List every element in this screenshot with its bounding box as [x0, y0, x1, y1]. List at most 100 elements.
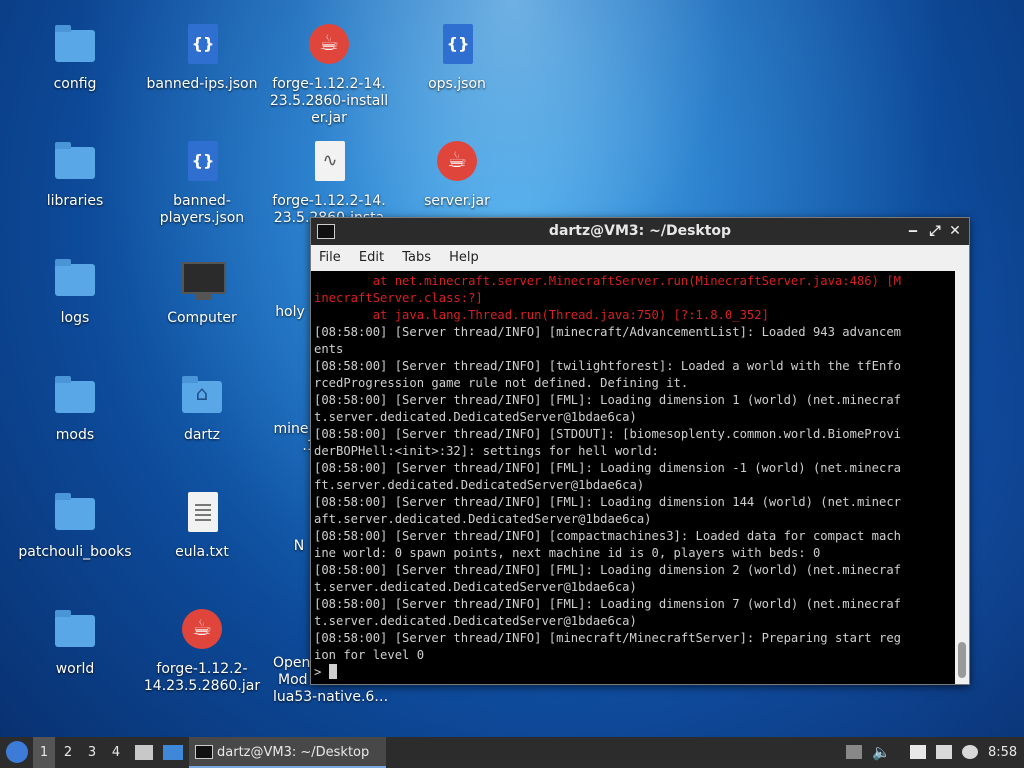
menu-file[interactable]: File	[319, 250, 341, 265]
text-cursor	[328, 664, 337, 679]
desktop-icon-eula[interactable]: eula.txt	[137, 490, 267, 561]
terminal-line: inecraftServer.class:?]	[314, 291, 483, 305]
desktop-icon-logs[interactable]: logs	[10, 256, 140, 327]
prompt-symbol: >	[314, 665, 322, 679]
terminal-line: ft.server.dedicated.DedicatedServer@1bda…	[314, 478, 645, 492]
text-file-icon	[178, 490, 226, 538]
icon-label: forge-1.12.2-14.23.5.2860-installer.jar	[269, 76, 389, 126]
terminal-output[interactable]: at net.minecraft.server.MinecraftServer.…	[311, 271, 955, 684]
terminal-line: [08:58:00] [Server thread/INFO] [FML]: L…	[314, 461, 901, 475]
folder-icon	[51, 490, 99, 538]
terminal-line: ents	[314, 342, 344, 356]
json-file-icon: {}	[178, 22, 226, 70]
icon-label: banned-ips.json	[146, 76, 258, 92]
start-menu-icon[interactable]	[6, 741, 28, 763]
terminal-line: t.server.dedicated.DedicatedServer@1bdae…	[314, 580, 637, 594]
terminal-line: [08:58:00] [Server thread/INFO] [FML]: L…	[314, 597, 901, 611]
icon-label: mods	[55, 427, 95, 443]
window-title: dartz@VM3: ~/Desktop	[548, 223, 732, 239]
desktop-icon-mods[interactable]: mods	[10, 373, 140, 444]
file-manager-launcher-icon[interactable]	[135, 745, 153, 760]
workspace-3[interactable]: 3	[81, 737, 103, 768]
close-icon[interactable]: ✕	[945, 218, 965, 245]
icon-label: banned-players.json	[159, 193, 245, 226]
folder-icon	[51, 373, 99, 421]
taskbar-terminal-task[interactable]: dartz@VM3: ~/Desktop	[189, 737, 386, 768]
desktop-icon-libraries[interactable]: libraries	[10, 139, 140, 210]
java-jar-icon: ☕	[178, 607, 226, 655]
icon-label: forge-1.12.2-14.23.5.2860.jar	[143, 661, 261, 694]
icon-label: world	[55, 661, 95, 677]
terminal-line: t.server.dedicated.DedicatedServer@1bdae…	[314, 614, 637, 628]
home-folder-icon	[178, 373, 226, 421]
java-jar-icon: ☕	[305, 22, 353, 70]
network-icon[interactable]	[936, 745, 952, 759]
clipboard-icon[interactable]	[910, 745, 926, 759]
minimize-icon[interactable]: ‒	[903, 218, 923, 245]
folder-icon	[51, 139, 99, 187]
desktop-icon-forge-installer-log[interactable]: ∿ forge-1.12.2-14.23.5.2860-insta	[264, 139, 394, 227]
folder-icon	[51, 607, 99, 655]
desktop-icon-config[interactable]: config	[10, 22, 140, 93]
terminal-line: [08:58:00] [Server thread/INFO] [twiligh…	[314, 359, 901, 373]
terminal-line: [08:58:00] [Server thread/INFO] [FML]: L…	[314, 393, 901, 407]
computer-icon	[178, 256, 226, 304]
desktop-icon-dartz[interactable]: dartz	[137, 373, 267, 444]
desktop-icon-forge-jar[interactable]: ☕ forge-1.12.2-14.23.5.2860.jar	[137, 607, 267, 695]
desktop-icon-banned-ips[interactable]: {} banned-ips.json	[137, 22, 267, 93]
workspace-2[interactable]: 2	[57, 737, 79, 768]
terminal-scrollbar[interactable]	[955, 271, 969, 684]
terminal-line: at java.lang.Thread.run(Thread.java:750)…	[314, 308, 769, 322]
terminal-line: aft.server.dedicated.DedicatedServer@1bd…	[314, 512, 652, 526]
terminal-line: ion for level 0	[314, 648, 425, 662]
desktop-icon-world[interactable]: world	[10, 607, 140, 678]
log-file-icon: ∿	[305, 139, 353, 187]
terminal-window[interactable]: dartz@VM3: ~/Desktop ‒ ⤢ ✕ File Edit Tab…	[310, 217, 970, 685]
menu-tabs[interactable]: Tabs	[402, 250, 431, 265]
workspace-1[interactable]: 1	[33, 737, 55, 768]
terminal-app-icon	[317, 224, 335, 239]
icon-label-3: lua53-native.6…	[273, 689, 389, 705]
desktop-icon-computer[interactable]: Computer	[137, 256, 267, 327]
desktop-icon-forge-installer[interactable]: ☕ forge-1.12.2-14.23.5.2860-installer.ja…	[264, 22, 394, 127]
volume-icon[interactable]: 🔈	[872, 737, 891, 768]
terminal-line: [08:58:00] [Server thread/INFO] [compact…	[314, 529, 901, 543]
clock[interactable]: 8:58	[988, 737, 1017, 768]
java-jar-icon: ☕	[433, 139, 481, 187]
icon-label: config	[53, 76, 97, 92]
json-file-icon: {}	[178, 139, 226, 187]
notification-icon[interactable]	[962, 745, 978, 759]
task-label: dartz@VM3: ~/Desktop	[217, 745, 370, 760]
desktop-icon-banned-players[interactable]: {} banned-players.json	[137, 139, 267, 227]
window-titlebar[interactable]: dartz@VM3: ~/Desktop ‒ ⤢ ✕	[311, 218, 969, 245]
icon-label: dartz	[183, 427, 221, 443]
terminal-line: [08:58:00] [Server thread/INFO] [minecra…	[314, 631, 901, 645]
desktop-icon-patchouli-books[interactable]: patchouli_books	[10, 490, 140, 561]
terminal-line: rcedProgression game rule not defined. D…	[314, 376, 689, 390]
json-file-icon: {}	[433, 22, 481, 70]
terminal-line: [08:58:00] [Server thread/INFO] [FML]: L…	[314, 563, 901, 577]
terminal-line: at net.minecraft.server.MinecraftServer.…	[314, 274, 901, 288]
icon-label: eula.txt	[175, 544, 229, 560]
menu-edit[interactable]: Edit	[359, 250, 384, 265]
taskbar: 1 2 3 4 dartz@VM3: ~/Desktop 🔈 8:58	[0, 737, 1024, 768]
tray-arrow-icon[interactable]	[846, 745, 862, 759]
menu-help[interactable]: Help	[449, 250, 479, 265]
maximize-icon[interactable]: ⤢	[925, 218, 945, 245]
terminal-line: [08:58:00] [Server thread/INFO] [STDOUT]…	[314, 427, 901, 441]
desktop-icon-server-jar[interactable]: ☕ server.jar	[392, 139, 522, 210]
terminal-line: t.server.dedicated.DedicatedServer@1bdae…	[314, 410, 637, 424]
icon-label: logs	[60, 310, 90, 326]
icon-label: ops.json	[428, 76, 486, 92]
icon-label: Computer	[167, 310, 237, 326]
desktop-icon-ops[interactable]: {} ops.json	[392, 22, 522, 93]
terminal-prompt[interactable]: >	[314, 664, 953, 681]
workspace-4[interactable]: 4	[105, 737, 127, 768]
terminal-line: [08:58:00] [Server thread/INFO] [FML]: L…	[314, 495, 901, 509]
terminal-menubar: File Edit Tabs Help	[311, 245, 969, 271]
icon-label: libraries	[46, 193, 104, 209]
folder-icon	[51, 256, 99, 304]
folder-icon	[51, 22, 99, 70]
scrollbar-thumb[interactable]	[958, 642, 966, 678]
show-desktop-icon[interactable]	[163, 745, 183, 760]
